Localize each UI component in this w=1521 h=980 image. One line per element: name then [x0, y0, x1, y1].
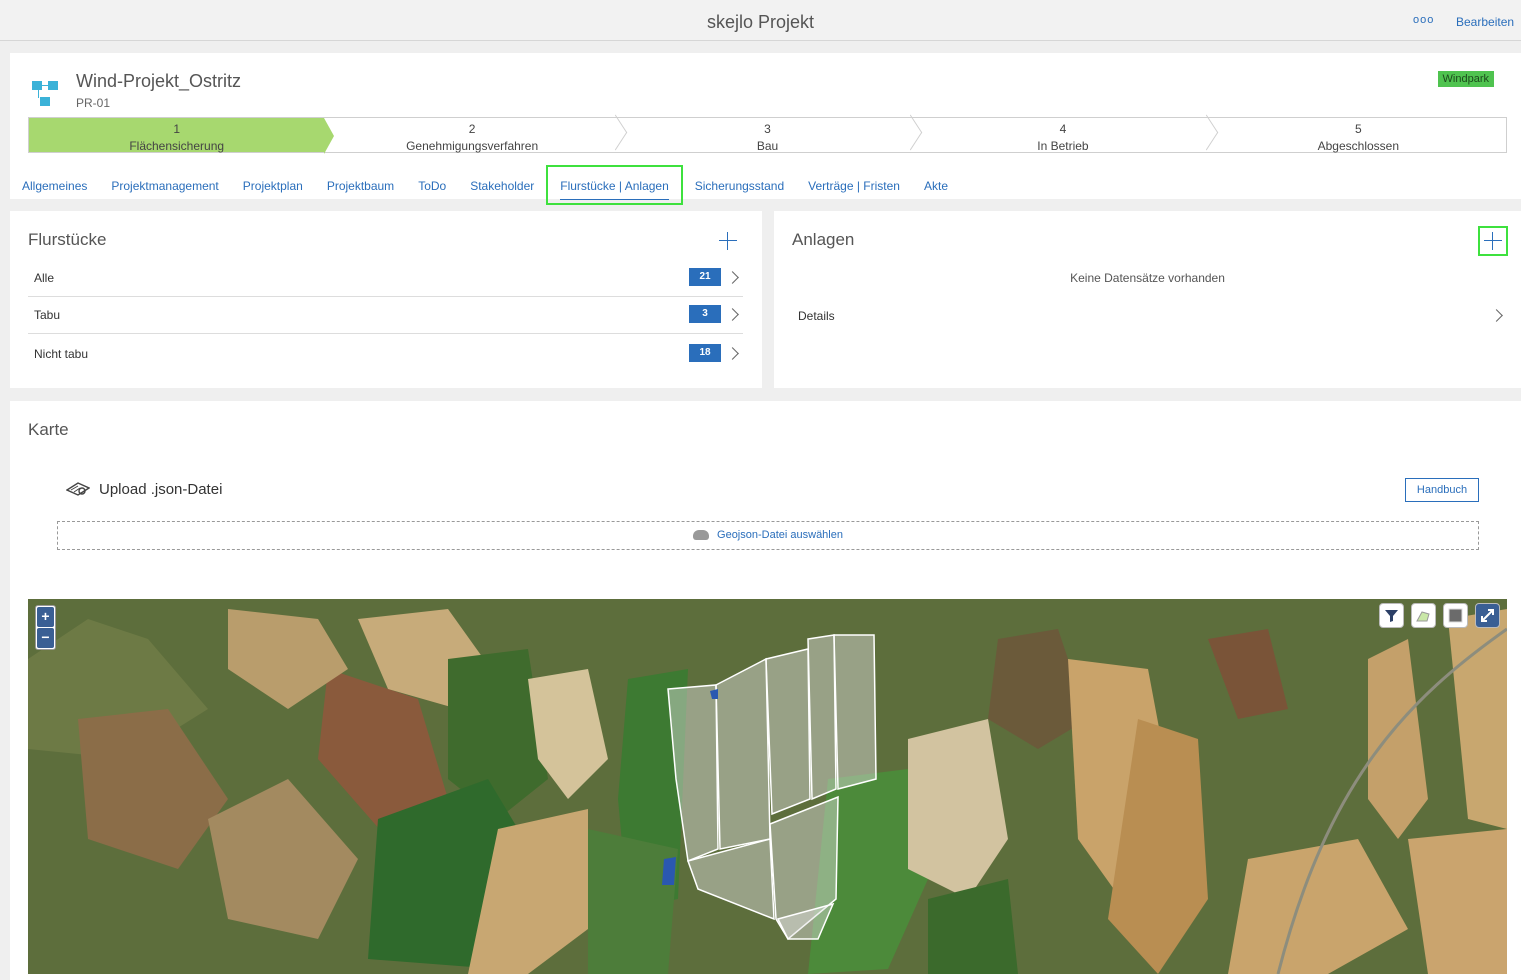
project-phase-stepper: 1 Flächensicherung 2 Genehmigungsverfahr… — [28, 117, 1507, 154]
filter-icon[interactable] — [1379, 603, 1404, 628]
details-row[interactable]: Details — [792, 303, 1507, 329]
row-label: Alle — [34, 271, 55, 285]
step-label: In Betrieb — [1037, 139, 1089, 153]
anlagen-title: Anlagen — [792, 230, 855, 249]
step-number: 2 — [468, 122, 476, 136]
row-label: Tabu — [34, 308, 61, 322]
tab-bar: Allgemeines Projektmanagement Projektpla… — [10, 165, 960, 205]
tab-flurstuecke-anlagen[interactable]: Flurstücke | Anlagen — [546, 165, 683, 205]
details-label: Details — [798, 309, 835, 323]
draw-polygon-icon[interactable] — [1411, 603, 1436, 628]
chevron-right-icon — [726, 271, 739, 284]
step-bau[interactable]: 3 Bau — [620, 118, 915, 153]
list-item-nicht-tabu[interactable]: Nicht tabu 18 — [28, 334, 743, 374]
tab-vertraege-fristen[interactable]: Verträge | Fristen — [796, 165, 912, 205]
flurstuecke-title: Flurstücke — [28, 230, 107, 249]
step-label: Genehmigungsverfahren — [406, 139, 539, 153]
add-flurstueck-icon[interactable] — [717, 230, 739, 252]
upload-json-label: Upload .json-Datei — [99, 481, 223, 498]
chevron-right-icon — [726, 347, 739, 360]
anlagen-panel: Anlagen Keine Datensätze vorhanden Detai… — [774, 211, 1521, 388]
project-code: PR-01 — [76, 96, 111, 110]
tab-projektplan[interactable]: Projektplan — [231, 165, 315, 205]
tab-projektbaum[interactable]: Projektbaum — [315, 165, 406, 205]
edit-link[interactable]: Bearbeiten — [1456, 15, 1514, 29]
zoom-control: + − — [35, 605, 56, 650]
list-item-tabu[interactable]: Tabu 3 — [28, 297, 743, 334]
step-label: Bau — [756, 139, 779, 153]
step-number: 3 — [764, 122, 771, 136]
count-badge: 21 — [689, 268, 721, 286]
tab-label: Flurstücke | Anlagen — [560, 179, 669, 200]
empty-state-text: Keine Datensätze vorhanden — [1070, 271, 1225, 285]
step-number: 1 — [173, 122, 181, 136]
top-bar: skejlo Projekt ooo Bearbeiten — [0, 0, 1521, 41]
step-label: Flächensicherung — [129, 139, 225, 153]
tab-todo[interactable]: ToDo — [406, 165, 458, 205]
dropzone-label: Geojson-Datei auswählen — [717, 529, 843, 541]
karte-title: Karte — [28, 420, 69, 439]
flurstuecke-panel: Flurstücke Alle 21 Tabu 3 Nicht tabu 18 — [10, 211, 762, 388]
add-anlage-button[interactable] — [1478, 226, 1508, 256]
chevron-right-icon — [726, 308, 739, 321]
tab-akte[interactable]: Akte — [912, 165, 960, 205]
step-abgeschlossen[interactable]: 5 Abgeschlossen — [1211, 118, 1506, 153]
step-flaechensicherung[interactable]: 1 Flächensicherung — [29, 118, 335, 154]
tab-stakeholder[interactable]: Stakeholder — [458, 165, 546, 205]
zoom-out-button[interactable]: − — [37, 628, 54, 648]
upload-file-icon — [66, 482, 90, 496]
geojson-dropzone[interactable]: Geojson-Datei auswählen — [57, 521, 1479, 550]
tab-allgemeines[interactable]: Allgemeines — [10, 165, 99, 205]
project-name: Wind-Projekt_Ostritz — [76, 71, 242, 91]
layer-select-icon[interactable] — [1443, 603, 1468, 628]
step-number: 4 — [1059, 122, 1067, 136]
chevron-right-icon — [1490, 309, 1503, 322]
count-badge: 3 — [689, 305, 721, 323]
satellite-map[interactable] — [28, 599, 1507, 974]
step-in-betrieb[interactable]: 4 In Betrieb — [915, 118, 1210, 153]
map-imagery — [28, 599, 1507, 974]
project-type-tag: Windpark — [1437, 71, 1494, 87]
step-label: Abgeschlossen — [1317, 139, 1400, 153]
project-structure-icon — [32, 81, 62, 111]
row-label: Nicht tabu — [34, 347, 89, 361]
zoom-in-button[interactable]: + — [37, 607, 54, 627]
handbuch-button[interactable]: Handbuch — [1405, 478, 1479, 502]
plus-icon — [1482, 230, 1504, 252]
list-item-alle[interactable]: Alle 21 — [28, 260, 743, 297]
step-number: 5 — [1354, 122, 1362, 136]
tab-projektmanagement[interactable]: Projektmanagement — [99, 165, 230, 205]
fullscreen-icon[interactable] — [1475, 603, 1500, 628]
step-genehmigungsverfahren[interactable]: 2 Genehmigungsverfahren — [324, 118, 619, 153]
count-badge: 18 — [689, 344, 721, 362]
more-options-icon[interactable]: ooo — [1413, 14, 1434, 26]
cloud-upload-icon — [693, 530, 710, 541]
app-title: skejlo Projekt — [706, 12, 815, 32]
tab-sicherungsstand[interactable]: Sicherungsstand — [683, 165, 796, 205]
